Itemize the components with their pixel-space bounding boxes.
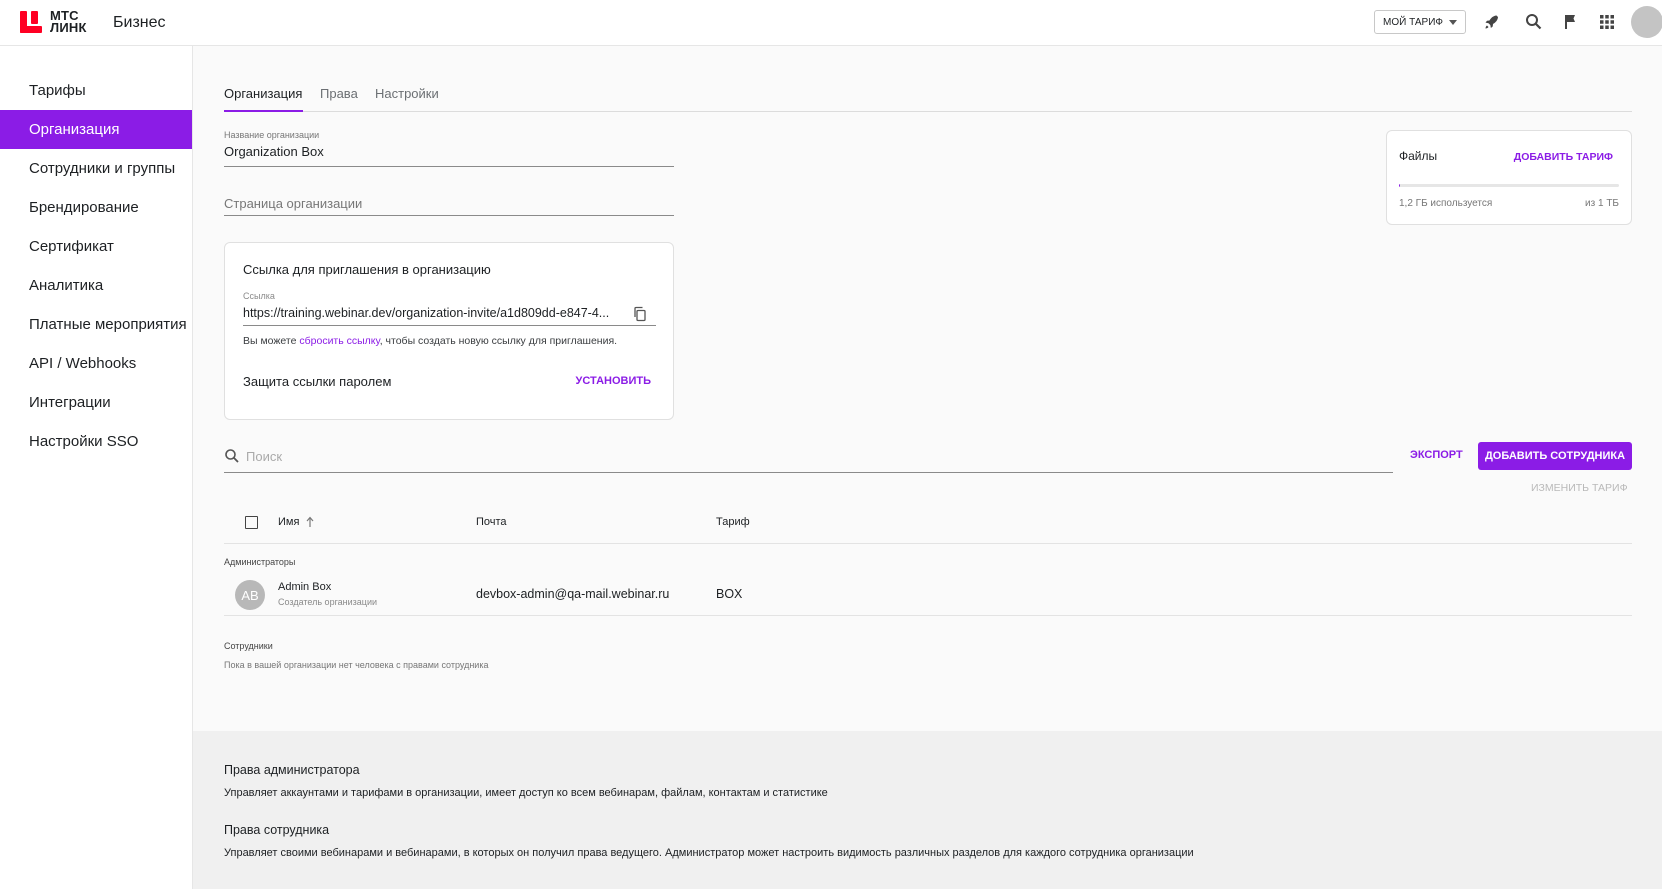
active-tab-indicator — [224, 110, 303, 112]
product-name: Бизнес — [113, 14, 166, 31]
column-header-name[interactable]: Имя — [278, 516, 299, 528]
logo-text: МТС ЛИНК — [50, 9, 87, 35]
sidebar-item-tariffs[interactable]: Тарифы — [0, 71, 192, 110]
user-email: devbox-admin@qa-mail.webinar.ru — [476, 587, 670, 601]
flag-icon[interactable] — [1561, 12, 1581, 32]
search-icon — [225, 449, 239, 463]
employee-rights-desc: Управляет своими вебинарами и вебинарами… — [224, 847, 1194, 859]
invite-link-label: Ссылка — [243, 291, 275, 301]
invite-card-title: Ссылка для приглашения в организацию — [243, 262, 491, 277]
export-button[interactable]: ЭКСПОРТ — [1410, 449, 1463, 461]
org-name-underline — [224, 166, 674, 167]
sidebar-item-organization[interactable]: Организация — [0, 110, 192, 149]
org-page-field[interactable]: Страница организации — [224, 196, 362, 211]
logo-line2: ЛИНК — [50, 20, 87, 35]
sidebar: Тарифы Организация Сотрудники и группы Б… — [0, 46, 193, 889]
employees-empty-note: Пока в вашей организации нет человека с … — [224, 660, 489, 670]
sidebar-item-api-webhooks[interactable]: API / Webhooks — [0, 344, 192, 383]
my-tariff-dropdown[interactable]: МОЙ ТАРИФ — [1374, 10, 1466, 34]
user-name: Admin Box — [278, 581, 332, 593]
invite-link-card: Ссылка для приглашения в организацию Ссы… — [224, 242, 674, 420]
reset-link[interactable]: сбросить ссылку — [299, 335, 379, 347]
password-protection-label: Защита ссылки паролем — [243, 374, 392, 389]
select-all-checkbox[interactable] — [245, 516, 258, 529]
tab-organization[interactable]: Организация — [224, 86, 302, 101]
storage-total: из 1 ТБ — [1585, 198, 1619, 209]
apps-grid-icon[interactable] — [1597, 12, 1617, 32]
rights-info-panel: Права администратора Управляет аккаунтам… — [193, 731, 1662, 889]
sidebar-item-paid-events[interactable]: Платные мероприятия — [0, 305, 192, 344]
row-divider — [224, 615, 1632, 616]
copy-icon[interactable] — [632, 306, 648, 322]
org-name-label: Название организации — [224, 130, 320, 140]
employee-rights-title: Права сотрудника — [224, 823, 330, 837]
admin-rights-title: Права администратора — [224, 763, 360, 777]
user-avatar[interactable] — [1631, 6, 1662, 38]
storage-progress-bar — [1399, 184, 1619, 187]
admins-group-label: Администраторы — [224, 557, 296, 567]
employees-group-label: Сотрудники — [224, 641, 273, 651]
add-tariff-button[interactable]: ДОБАВИТЬ ТАРИФ — [1514, 151, 1613, 163]
column-header-email: Почта — [476, 516, 507, 528]
sidebar-item-certificate[interactable]: Сертификат — [0, 227, 192, 266]
sidebar-item-branding[interactable]: Брендирование — [0, 188, 192, 227]
org-page-underline — [224, 215, 674, 216]
search-icon[interactable] — [1524, 12, 1544, 32]
column-header-tariff: Тариф — [716, 516, 750, 528]
change-tariff-button[interactable]: ИЗМЕНИТЬ ТАРИФ — [1531, 482, 1628, 494]
storage-used: 1,2 ГБ используется — [1399, 198, 1493, 209]
avatar: AB — [235, 580, 265, 610]
invite-hint: Вы можете сбросить ссылку, чтобы создать… — [243, 335, 618, 347]
org-name-field[interactable]: Organization Box — [224, 144, 324, 159]
tab-bar: Организация Права Настройки — [224, 82, 1632, 112]
files-title: Файлы — [1399, 149, 1438, 163]
user-tariff: BOX — [716, 587, 743, 601]
invite-link-underline — [243, 325, 656, 326]
sidebar-item-integrations[interactable]: Интеграции — [0, 383, 192, 422]
mts-link-logo[interactable]: МТС ЛИНК — [20, 9, 87, 35]
search-underline — [224, 472, 1393, 473]
rocket-icon[interactable] — [1482, 12, 1502, 32]
sidebar-item-sso-settings[interactable]: Настройки SSO — [0, 422, 192, 461]
sidebar-item-employees-groups[interactable]: Сотрудники и группы — [0, 149, 192, 188]
files-storage-card: Файлы ДОБАВИТЬ ТАРИФ 1,2 ГБ используется… — [1386, 130, 1632, 225]
sort-arrow-up-icon[interactable] — [304, 515, 316, 529]
my-tariff-label: МОЙ ТАРИФ — [1383, 16, 1443, 28]
set-password-button[interactable]: УСТАНОВИТЬ — [576, 375, 651, 387]
top-header: МТС ЛИНК Бизнес МОЙ ТАРИФ — [0, 0, 1662, 46]
user-role: Создатель организации — [278, 597, 377, 607]
table-header-divider — [224, 543, 1632, 544]
search-input[interactable] — [246, 445, 1386, 467]
add-employee-button[interactable]: ДОБАВИТЬ СОТРУДНИКА — [1478, 442, 1632, 470]
sidebar-item-analytics[interactable]: Аналитика — [0, 266, 192, 305]
tab-rights[interactable]: Права — [320, 86, 358, 101]
admin-rights-desc: Управляет аккаунтами и тарифами в органи… — [224, 787, 828, 799]
tab-settings[interactable]: Настройки — [375, 86, 439, 101]
logo-mark-icon — [20, 11, 42, 33]
invite-link-field[interactable]: https://training.webinar.dev/organizatio… — [243, 306, 613, 320]
caret-down-icon — [1449, 20, 1457, 25]
